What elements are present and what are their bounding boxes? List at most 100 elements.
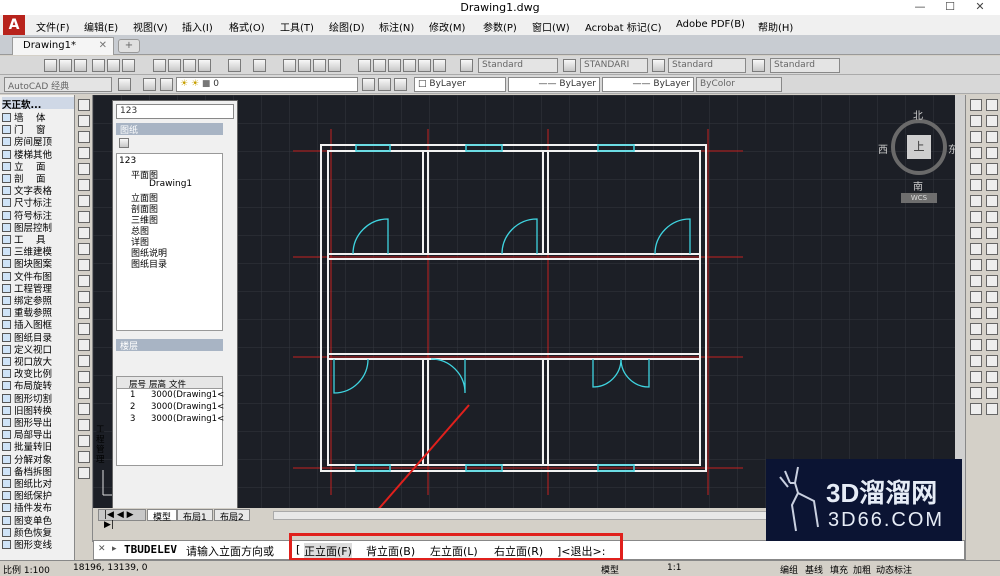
bold-toggle[interactable]: 加粗: [853, 563, 871, 576]
tangent-menu-item[interactable]: 图层控制: [2, 220, 74, 234]
modify-tool-icon[interactable]: [970, 99, 982, 111]
tangent-menu-item[interactable]: 图形切割: [2, 391, 74, 405]
tab-model[interactable]: 模型: [147, 509, 178, 523]
layer-state-icon[interactable]: [160, 78, 173, 91]
draw-tool-icon[interactable]: [78, 307, 90, 319]
tangent-menu-item[interactable]: 工程管理: [2, 281, 74, 295]
table-style-select[interactable]: Standard: [668, 58, 746, 73]
text-style-icon[interactable]: [460, 59, 473, 72]
modify-tool-icon[interactable]: [970, 403, 982, 415]
document-tab[interactable]: Drawing1* ✕: [12, 37, 114, 55]
menu-dimension[interactable]: 标注(N): [379, 19, 414, 34]
modify-tool-icon[interactable]: [986, 275, 998, 287]
undo-icon[interactable]: [228, 59, 241, 72]
modify-tool-icon[interactable]: [970, 339, 982, 351]
viewcube[interactable]: 上 北 南 西 东 WCS: [878, 105, 961, 205]
draw-tool-icon[interactable]: [78, 291, 90, 303]
modify-tool-icon[interactable]: [970, 387, 982, 399]
group-toggle[interactable]: 编组: [780, 563, 798, 576]
modify-tool-icon[interactable]: [986, 211, 998, 223]
zoom-previous-icon[interactable]: [328, 59, 341, 72]
linetype-select[interactable]: —— ByLayer: [508, 77, 600, 92]
tangent-menu-item[interactable]: 立 面: [2, 159, 74, 173]
tangent-menu-item[interactable]: 旧图转换: [2, 403, 74, 417]
wcs-menu[interactable]: WCS: [901, 193, 937, 203]
lineweight-select[interactable]: —— ByLayer: [602, 77, 694, 92]
modify-tool-icon[interactable]: [970, 307, 982, 319]
menu-draw[interactable]: 绘图(D): [329, 19, 365, 34]
tab-layout1[interactable]: 布局1: [177, 509, 213, 523]
tangent-menu-item[interactable]: 绑定参照: [2, 293, 74, 307]
modify-tool-icon[interactable]: [970, 211, 982, 223]
modify-tool-icon[interactable]: [986, 307, 998, 319]
tree-root[interactable]: 123: [119, 156, 136, 166]
table-row[interactable]: 3 3000 (Drawing1<: [117, 414, 224, 426]
tangent-menu-item[interactable]: 尺寸标注: [2, 195, 74, 209]
modify-tool-icon[interactable]: [986, 339, 998, 351]
draw-tool-icon[interactable]: [78, 259, 90, 271]
dim-style-icon[interactable]: [563, 59, 576, 72]
modify-tool-icon[interactable]: [986, 115, 998, 127]
calculator-icon[interactable]: [433, 59, 446, 72]
menu-edit[interactable]: 编辑(E): [84, 19, 118, 34]
modify-tool-icon[interactable]: [970, 115, 982, 127]
tangent-menu-item[interactable]: 插入图框: [2, 317, 74, 331]
tree-item-drawing1[interactable]: Drawing1: [149, 179, 192, 189]
command-menu-icon[interactable]: ▸: [112, 544, 117, 554]
draw-tool-icon[interactable]: [78, 275, 90, 287]
table-row[interactable]: 1 3000 (Drawing1<: [117, 390, 224, 402]
modify-tool-icon[interactable]: [970, 195, 982, 207]
zoom-window-icon[interactable]: [313, 59, 326, 72]
modify-tool-icon[interactable]: [970, 259, 982, 271]
model-space-toggle[interactable]: 模型: [601, 563, 619, 576]
draw-tool-icon[interactable]: [78, 147, 90, 159]
mleader-style-icon[interactable]: [752, 59, 765, 72]
pan-icon[interactable]: [283, 59, 296, 72]
design-center-icon[interactable]: [373, 59, 386, 72]
markup-icon[interactable]: [418, 59, 431, 72]
draw-tool-icon[interactable]: [78, 131, 90, 143]
baseline-toggle[interactable]: 基线: [805, 563, 823, 576]
tangent-menu-title[interactable]: 天正软...: [2, 97, 74, 111]
modify-tool-icon[interactable]: [986, 387, 998, 399]
project-select[interactable]: 123: [116, 104, 234, 119]
layer-select[interactable]: ☀ ☀ ■ 0: [176, 77, 358, 92]
modify-tool-icon[interactable]: [986, 179, 998, 191]
redo-icon[interactable]: [253, 59, 266, 72]
layer-manager-icon[interactable]: [143, 78, 156, 91]
modify-tool-icon[interactable]: [986, 355, 998, 367]
draw-tool-icon[interactable]: [78, 403, 90, 415]
tangent-menu-item[interactable]: 图纸目录: [2, 330, 74, 344]
modify-tool-icon[interactable]: [986, 291, 998, 303]
modify-tool-icon[interactable]: [986, 195, 998, 207]
draw-tool-icon[interactable]: [78, 211, 90, 223]
draw-tool-icon[interactable]: [78, 179, 90, 191]
tangent-menu-item[interactable]: 局部导出: [2, 427, 74, 441]
modify-tool-icon[interactable]: [970, 323, 982, 335]
tangent-menu-item[interactable]: 定义视口: [2, 342, 74, 356]
modify-tool-icon[interactable]: [970, 291, 982, 303]
draw-tool-icon[interactable]: [78, 195, 90, 207]
preview-icon[interactable]: [107, 59, 120, 72]
properties-icon[interactable]: [358, 59, 371, 72]
menu-file[interactable]: 文件(F): [36, 19, 70, 34]
modify-tool-icon[interactable]: [970, 371, 982, 383]
menu-help[interactable]: 帮助(H): [758, 19, 793, 34]
modify-tool-icon[interactable]: [986, 403, 998, 415]
modify-tool-icon[interactable]: [986, 227, 998, 239]
draw-tool-icon[interactable]: [78, 435, 90, 447]
compass-north[interactable]: 北: [913, 107, 923, 122]
close-command-icon[interactable]: ✕: [98, 544, 106, 554]
mleader-style-select[interactable]: Standard: [770, 58, 840, 73]
draw-tool-icon[interactable]: [78, 227, 90, 239]
copy-icon[interactable]: [168, 59, 181, 72]
modify-tool-icon[interactable]: [970, 179, 982, 191]
tangent-menu-item[interactable]: 视口放大: [2, 354, 74, 368]
modify-tool-icon[interactable]: [970, 131, 982, 143]
menu-view[interactable]: 视图(V): [133, 19, 168, 34]
modify-tool-icon[interactable]: [986, 163, 998, 175]
tangent-menu-item[interactable]: 颜色恢复: [2, 525, 74, 539]
tangent-menu-item[interactable]: 房间屋顶: [2, 134, 74, 148]
vertical-scrollbar[interactable]: [955, 95, 965, 508]
menu-adobe-pdf[interactable]: Adobe PDF(B): [676, 19, 745, 30]
